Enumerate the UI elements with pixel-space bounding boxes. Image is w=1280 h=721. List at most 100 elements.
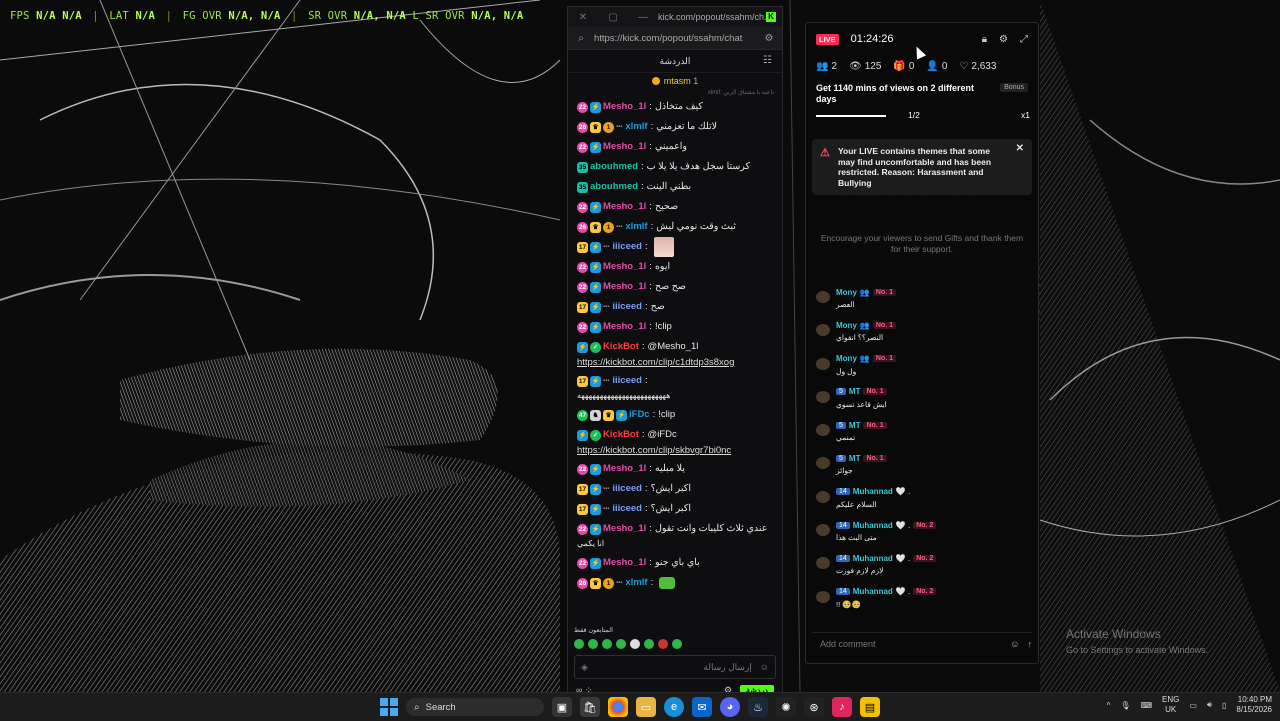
tiktok-icon[interactable]: ♪ — [832, 697, 852, 717]
chat-message[interactable]: 17 ⚡ ▪▪▪ iiiceed: اكبر ايش؟ — [577, 499, 776, 519]
chat-username[interactable]: iiiceed — [612, 503, 642, 515]
language-indicator[interactable]: ENG UK — [1162, 695, 1179, 715]
chat-message[interactable]: 26 ♛ 1 ▪▪▪ xlmlf: — [577, 573, 776, 593]
close-icon[interactable]: ✕ — [568, 12, 598, 23]
chat-username[interactable]: xlmlf — [625, 577, 647, 589]
live-comment[interactable]: 14 Muhannad 🤍 . No. 2 لازم لازم فوزت — [806, 551, 1038, 584]
emoji-icon[interactable]: ☺ — [1010, 639, 1019, 649]
commenter-name[interactable]: Muhannad — [853, 487, 893, 496]
minimize-icon[interactable]: — — [628, 12, 658, 23]
chat-username[interactable]: KickBot — [603, 341, 639, 353]
chat-users-icon[interactable]: ☷ — [763, 55, 772, 66]
avatar[interactable] — [816, 457, 830, 470]
chat-message[interactable]: ⚡ ✓ KickBot: @Mesho_1l — [577, 337, 776, 357]
chat-username[interactable]: iiiceed — [612, 483, 642, 495]
chat-message[interactable]: 17 ⚡ ▪▪▪ iiiceed: — [577, 371, 776, 391]
start-button[interactable] — [380, 698, 398, 716]
chat-message[interactable]: 22 ⚡ Mesho_1l: يلا مبليه — [577, 459, 776, 479]
avatar[interactable] — [816, 390, 830, 403]
lock-icon[interactable]: 🔒︎ — [982, 34, 987, 45]
chat-username[interactable]: Mesho_1l — [603, 557, 646, 569]
chat-message[interactable]: 22 ⚡ Mesho_1l: صحيح — [577, 197, 776, 217]
commenter-name[interactable]: Muhannad — [853, 521, 893, 530]
emoji-icon[interactable]: ☺ — [760, 662, 769, 672]
emote-bar[interactable] — [568, 637, 782, 651]
chat-username[interactable]: iiiceed — [612, 301, 642, 313]
chat-message[interactable]: 26 ♛ 1 ▪▪▪ xlmlf: لاتلك ما تعزمني — [577, 117, 776, 137]
chat-message[interactable]: 17 ⚡ ▪▪▪ iiiceed: اكبر ايش؟ — [577, 479, 776, 499]
commenter-name[interactable]: MT — [849, 454, 861, 463]
live-comment[interactable]: 5 MT No. 1 تمنمي — [806, 418, 1038, 451]
commenter-name[interactable]: Mony — [836, 321, 857, 330]
chat-message[interactable]: 35 abouhmed: كرستا سجل هدف يلا يلا ب — [577, 157, 776, 177]
chat-message[interactable]: 35 abouhmed: بطني الينت — [577, 177, 776, 197]
emote-icon[interactable] — [658, 639, 668, 649]
capcut-icon[interactable]: ⊛ — [804, 697, 824, 717]
live-comment[interactable]: 5 MT No. 1 ايش قاعد تسوي — [806, 385, 1038, 418]
popout-icon[interactable]: ⤢ — [1020, 34, 1028, 45]
chat-username[interactable]: abouhmed — [590, 161, 638, 173]
emote-icon[interactable] — [616, 639, 626, 649]
app-icon[interactable]: ✺ — [776, 697, 796, 717]
commenter-name[interactable]: Mony — [836, 288, 857, 297]
chat-message[interactable]: 22 ⚡ Mesho_1l: عندي ثلاث كليبات وانت تقول — [577, 519, 776, 539]
avatar[interactable] — [816, 557, 830, 570]
stat-heart[interactable]: ♡ 2,633 — [959, 61, 996, 72]
chat-username[interactable]: iFDc — [629, 409, 650, 421]
url-text[interactable]: https://kick.com/popout/ssahm/chat — [594, 33, 756, 44]
emote-icon[interactable] — [574, 639, 584, 649]
avatar[interactable] — [816, 524, 830, 537]
avatar[interactable] — [816, 590, 830, 603]
outlook-icon[interactable]: ✉ — [692, 697, 712, 717]
chat-username[interactable]: Mesho_1l — [603, 321, 646, 333]
task-view-icon[interactable]: ▣ — [552, 697, 572, 717]
clip-link[interactable]: https://kickbot.com/clip/skbvgr7bi0nc — [577, 445, 776, 459]
avatar[interactable] — [816, 490, 830, 503]
stat-gift[interactable]: 🎁 0 — [893, 61, 914, 72]
edge-icon[interactable]: e — [664, 697, 684, 717]
notes-icon[interactable]: ▤ — [860, 697, 880, 717]
send-arrow-icon[interactable]: ↑ — [1028, 639, 1033, 649]
shield-icon[interactable]: ◈ — [581, 662, 588, 673]
chat-message[interactable]: 47 ♞ ♛ ⚡ iFDc: !clip — [577, 405, 776, 425]
chat-message[interactable]: 17 ⚡ ▪▪▪ iiiceed: صح — [577, 297, 776, 317]
keyboard-icon[interactable]: ⌨ — [1141, 701, 1153, 710]
chat-username[interactable]: Mesho_1l — [603, 141, 646, 153]
chrome-icon[interactable] — [608, 697, 628, 717]
stat-eye[interactable]: 👁 125 — [849, 61, 881, 72]
goal-card[interactable]: Get 1140 mins of views on 2 different da… — [806, 77, 1038, 123]
chat-message[interactable]: 17 ⚡ ▪▪▪ iiiceed: — [577, 237, 776, 257]
chat-username[interactable]: KickBot — [603, 429, 639, 441]
commenter-name[interactable]: MT — [849, 421, 861, 430]
commenter-name[interactable]: Muhannad — [853, 587, 893, 596]
chevron-up-icon[interactable]: ^ — [1107, 701, 1111, 710]
stat-users[interactable]: 👥 2 — [816, 61, 837, 72]
commenter-name[interactable]: Muhannad — [853, 554, 893, 563]
chat-username[interactable]: Mesho_1l — [603, 281, 646, 293]
close-icon[interactable]: ✕ — [1016, 143, 1024, 155]
chat-username[interactable]: abouhmed — [590, 181, 638, 193]
chat-username[interactable]: Mesho_1l — [603, 523, 646, 535]
file-explorer-icon[interactable]: ▭ — [636, 697, 656, 717]
chat-username[interactable]: xlmlf — [625, 121, 647, 133]
add-comment-input[interactable]: Add comment ☺ ↑ — [812, 632, 1032, 655]
commenter-name[interactable]: MT — [849, 387, 861, 396]
discord-icon[interactable]: ◕ — [720, 697, 740, 717]
chat-username[interactable]: xlmlf — [625, 221, 647, 233]
emote-icon[interactable] — [602, 639, 612, 649]
chat-username[interactable]: Mesho_1l — [603, 101, 646, 113]
live-comment[interactable]: 14 Muhannad 🤍 . No. 2 !! 🥺🥺 — [806, 585, 1038, 618]
live-comment[interactable]: Mony 👥 No. 1 ول ول — [806, 352, 1038, 385]
avatar[interactable] — [816, 357, 830, 370]
chat-username[interactable]: Mesho_1l — [603, 201, 646, 213]
chat-username[interactable]: iiiceed — [612, 375, 642, 387]
mic-icon[interactable]: 🎙︎ — [1120, 701, 1130, 710]
emote-icon[interactable] — [644, 639, 654, 649]
pinned-bar[interactable]: mtasm 1 — [568, 73, 782, 89]
commenter-name[interactable]: Mony — [836, 354, 857, 363]
live-comment[interactable]: 14 Muhannad 🤍 . No. 2 متى البث هذا — [806, 518, 1038, 551]
volume-icon[interactable]: 🔊︎ — [1207, 700, 1212, 710]
tune-icon[interactable]: ⚙ — [756, 33, 782, 44]
address-bar[interactable]: ⌕ https://kick.com/popout/ssahm/chat ⚙ — [568, 27, 782, 50]
live-comment[interactable]: Mony 👥 No. 1 العصر — [806, 285, 1038, 318]
